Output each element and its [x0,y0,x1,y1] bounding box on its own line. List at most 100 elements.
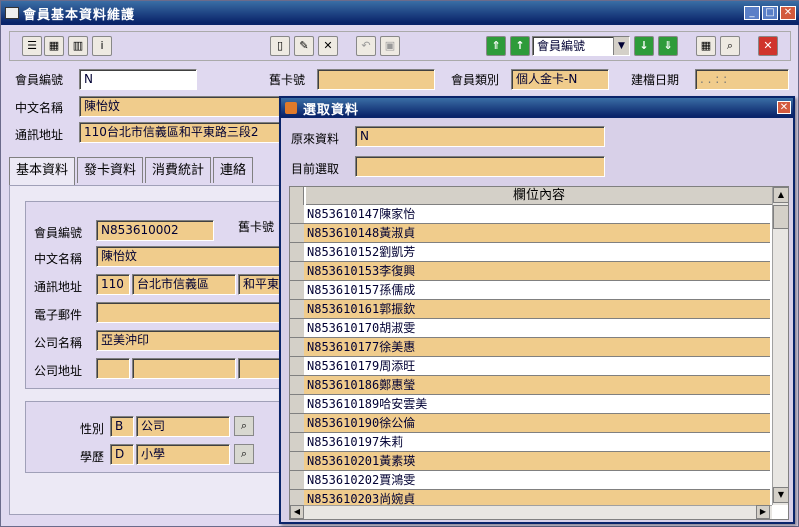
grid-icon[interactable]: ▦ [696,36,716,56]
education-code-input[interactable]: D [110,444,134,465]
company-addr-label: 公司地址 [34,364,83,378]
table-row[interactable]: N853610189哈安雲美 [304,395,770,414]
old-card-label: 舊卡號 [269,73,306,87]
current-input[interactable] [355,156,605,177]
select-data-dialog: 選取資料 ✕ 原來資料 N 目前選取 欄位內容 N853610147陳家怡 N85… [279,96,795,524]
scroll-down-icon[interactable]: ▼ [773,487,789,503]
row-selector[interactable] [290,262,304,281]
list-icon[interactable]: ☰ [22,36,42,56]
table-row[interactable]: N853610157孫儒成 [304,281,770,300]
gender-lookup-icon[interactable]: ⌕ [234,416,254,436]
basic-chinese-name-input[interactable]: 陳怡妏 [96,246,286,267]
row-selector[interactable] [290,338,304,357]
dialog-app-icon [285,102,297,114]
scroll-thumb[interactable] [773,205,789,229]
edit-record-icon[interactable]: ✎ [294,36,314,56]
maximize-button[interactable]: □ [762,6,778,20]
education-lookup-icon[interactable]: ⌕ [234,444,254,464]
zip-input[interactable]: 110 [96,274,130,295]
original-input[interactable]: N [355,126,605,147]
close-button[interactable]: ✕ [780,6,796,20]
row-selector[interactable] [290,300,304,319]
save-icon[interactable]: ▣ [380,36,400,56]
scroll-left-icon[interactable]: ◀ [290,505,304,519]
table-row[interactable]: N853610153李復興 [304,262,770,281]
tab-contact[interactable]: 連絡 [213,157,254,183]
chevron-down-icon: ▼ [613,37,629,55]
row-selector[interactable] [290,452,304,471]
row-selector[interactable] [290,243,304,262]
data-grid[interactable]: 欄位內容 N853610147陳家怡 N853610148黃淑貞 N85361015… [289,186,789,520]
toolbar: ☰ ▦ ▥ i ▯ ✎ ✕ ↶ ▣ ⇑ ↑ 會員編號 ▼ ↓ ⇓ ▦ ⌕ ✕ [9,31,791,61]
dialog-close-button[interactable]: ✕ [777,101,791,114]
delete-record-icon[interactable]: ✕ [318,36,338,56]
tab-basic[interactable]: 基本資料 [9,157,76,185]
gender-code-input[interactable]: B [110,416,134,437]
company-zip-input[interactable] [96,358,130,379]
row-selector[interactable] [290,357,304,376]
exit-icon[interactable]: ✕ [758,36,778,56]
table-row[interactable]: N853610190徐公倫 [304,414,770,433]
profile-group: 性別 B 公司 ⌕ 學歷 D 小學 ⌕ [25,401,285,473]
table-row[interactable]: N853610152劉凱芳 [304,243,770,262]
chinese-name-input[interactable]: 陳怡妏 [79,96,285,117]
company-label: 公司名稱 [34,336,83,350]
tab-card-issue[interactable]: 發卡資料 [77,157,144,183]
member-no-input[interactable]: N [79,69,197,90]
table-row[interactable]: N853610186鄭惠瑩 [304,376,770,395]
old-card-input[interactable] [317,69,435,90]
member-class-input[interactable]: 個人金卡-N [511,69,609,90]
row-selector[interactable] [290,395,304,414]
table-row[interactable]: N853610202賈鴻雯 [304,471,770,490]
row-selector[interactable] [290,319,304,338]
table-row[interactable]: N853610177徐美惠 [304,338,770,357]
undo-icon[interactable]: ↶ [356,36,376,56]
row-selector[interactable] [290,376,304,395]
table-row[interactable]: N853610179周添旺 [304,357,770,376]
new-record-icon[interactable]: ▯ [270,36,290,56]
books-icon[interactable]: ▥ [68,36,88,56]
scroll-right-icon[interactable]: ▶ [756,505,770,519]
minimize-button[interactable]: _ [744,6,760,20]
prev-record-icon[interactable]: ↑ [510,36,530,56]
company-input[interactable]: 亞美沖印 [96,330,286,351]
info-icon[interactable]: i [92,36,112,56]
table-row[interactable]: N853610147陳家怡 [304,205,770,224]
row-selector[interactable] [290,414,304,433]
next-record-icon[interactable]: ↓ [634,36,654,56]
table-row[interactable]: N853610148黃淑貞 [304,224,770,243]
row-selector[interactable] [290,433,304,452]
created-input[interactable]: . . : : [695,69,789,90]
company-city-input[interactable] [132,358,236,379]
education-value-input[interactable]: 小學 [136,444,230,465]
tab-consumption[interactable]: 消費統計 [145,157,212,183]
table-row[interactable]: N853610161郭振欽 [304,300,770,319]
row-selector[interactable] [290,281,304,300]
grid-rows: N853610147陳家怡 N853610148黃淑貞 N853610152劉凱芳 N… [304,205,772,505]
address-input[interactable]: 110台北市信義區和平東路三段2 [79,122,285,143]
first-record-icon[interactable]: ⇑ [486,36,506,56]
basic-address-label: 通訊地址 [34,280,83,294]
window-title: 會員基本資料維護 [23,7,136,23]
table-row[interactable]: N853610170胡淑雯 [304,319,770,338]
scroll-up-icon[interactable]: ▲ [773,187,789,203]
search-icon[interactable]: ⌕ [720,36,740,56]
column-header[interactable]: 欄位內容 [306,187,772,205]
row-selector[interactable] [290,471,304,490]
calendar-icon[interactable]: ▦ [44,36,64,56]
dialog-title: 選取資料 [303,102,360,118]
gender-value-input[interactable]: 公司 [136,416,230,437]
last-record-icon[interactable]: ⇓ [658,36,678,56]
table-row[interactable]: N853610201黃素瑛 [304,452,770,471]
created-label: 建檔日期 [631,73,680,87]
horizontal-scrollbar[interactable]: ◀ ▶ [290,505,772,519]
basic-member-no-input[interactable]: N853610002 [96,220,214,241]
vertical-scrollbar[interactable]: ▲ ▼ [772,187,789,505]
table-row[interactable]: N853610203尚婉貞 [304,490,770,505]
row-selector[interactable] [290,205,304,224]
row-selector[interactable] [290,224,304,243]
search-field-select[interactable]: 會員編號 ▼ [532,36,630,56]
city-input[interactable]: 台北市信義區 [132,274,236,295]
email-input[interactable] [96,302,286,323]
table-row[interactable]: N853610197朱莉 [304,433,770,452]
